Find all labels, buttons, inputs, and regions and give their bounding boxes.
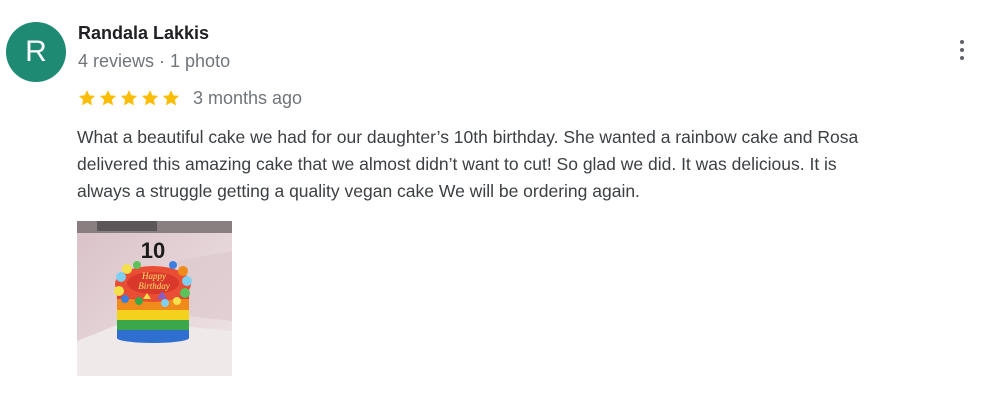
rating-row: 3 months ago: [77, 86, 302, 110]
cake-topper-number: 10: [141, 238, 165, 263]
reviewer-name[interactable]: Randala Lakkis: [78, 23, 209, 44]
star-icon: [120, 90, 138, 106]
review-text: What a beautiful cake we had for our dau…: [77, 124, 992, 205]
avatar[interactable]: R: [6, 22, 66, 82]
review-photo[interactable]: 10 Happy Birthday: [77, 221, 232, 376]
star-rating: [77, 88, 181, 108]
review-text-line: delivered this amazing cake that we almo…: [77, 154, 837, 174]
star-icon: [141, 90, 159, 106]
more-vert-icon-dot: [960, 48, 964, 52]
cake-photo-image: 10 Happy Birthday: [77, 221, 232, 376]
cake-message-line1: Happy: [141, 271, 166, 281]
star-icon: [162, 90, 180, 106]
cake-message-line2: Birthday: [138, 281, 170, 291]
more-vert-icon-dot: [960, 56, 964, 60]
star-icon: [78, 90, 96, 106]
more-options-button[interactable]: [948, 36, 976, 64]
reviewer-meta: 4 reviews · 1 photo: [78, 51, 231, 71]
more-vert-icon: [960, 40, 964, 44]
review-text-line: What a beautiful cake we had for our dau…: [77, 127, 859, 147]
review-text-line: always a struggle getting a quality vega…: [77, 181, 640, 201]
star-icon: [99, 90, 117, 106]
review-time: 3 months ago: [193, 87, 303, 108]
